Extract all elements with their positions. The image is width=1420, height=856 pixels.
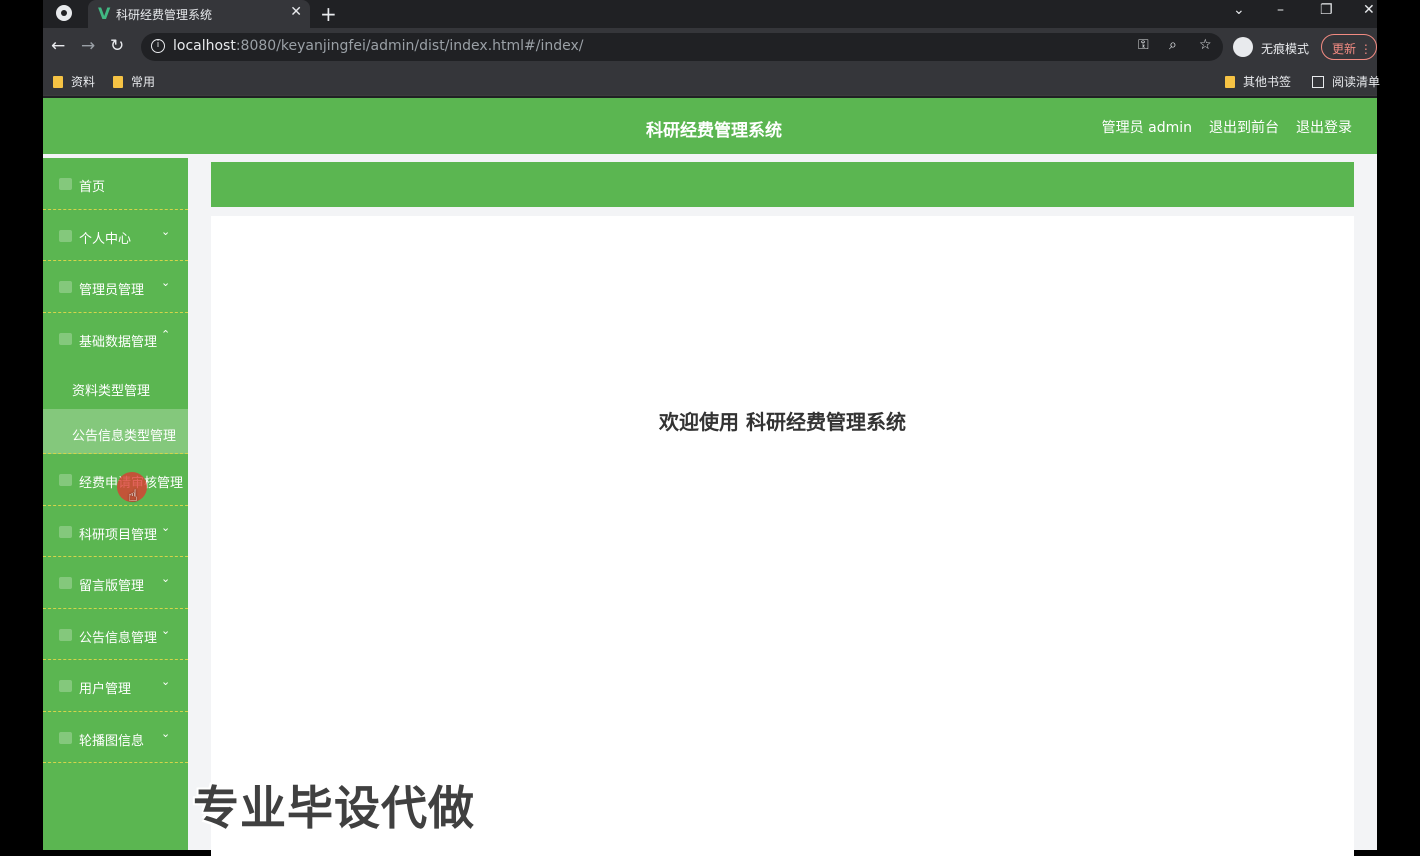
project-icon bbox=[59, 525, 72, 538]
minimize-button[interactable]: – bbox=[1277, 2, 1284, 18]
sidebar-item-users[interactable]: 用户管理 ⌄ bbox=[43, 660, 188, 712]
content-banner bbox=[211, 162, 1354, 207]
zoom-icon[interactable]: ⌕ bbox=[1169, 37, 1177, 53]
browser-window: V 科研经费管理系统 ✕ + ⌄ – ❐ ✕ ← → ↻ i localhost… bbox=[43, 0, 1380, 856]
sidebar-item-base-data[interactable]: 基础数据管理 ⌃ bbox=[43, 313, 188, 365]
vue-icon: V bbox=[98, 4, 111, 23]
chevron-down-icon: ⌄ bbox=[161, 675, 171, 688]
update-button[interactable]: 更新 ⋮ bbox=[1321, 34, 1377, 60]
sidebar-menu: 首页 个人中心 ⌄ 管理员管理 ⌄ 基础数据管理 ⌃ 资料类型管理 公告信息类型… bbox=[43, 158, 188, 850]
chevron-up-icon: ⌃ bbox=[161, 327, 171, 341]
sidebar-item-notices[interactable]: 公告信息管理 ⌄ bbox=[43, 609, 188, 660]
key-icon[interactable]: ⚿ bbox=[1138, 37, 1149, 53]
restore-button[interactable]: ❐ bbox=[1320, 2, 1333, 18]
app-header: 科研经费管理系统 管理员 admin 退出到前台 退出登录 bbox=[43, 98, 1377, 154]
bookmarks-bar: 资料 常用 其他书签 阅读清单 bbox=[43, 66, 1380, 96]
chevron-down-icon: ⌄ bbox=[161, 520, 171, 534]
database-icon bbox=[59, 332, 72, 345]
info-icon[interactable]: i bbox=[151, 39, 165, 53]
users-icon bbox=[59, 680, 72, 692]
message-icon bbox=[59, 577, 72, 589]
admin-page: 科研经费管理系统 管理员 admin 退出到前台 退出登录 首页 个人中心 ⌄ 管理… bbox=[43, 98, 1377, 856]
sidebar-item-home[interactable]: 首页 bbox=[43, 158, 188, 210]
sidebar-item-profile[interactable]: 个人中心 ⌄ bbox=[43, 210, 188, 261]
logout-link[interactable]: 退出登录 bbox=[1296, 120, 1352, 136]
notice-icon bbox=[59, 628, 72, 641]
sidebar-subitem-material-types[interactable]: 资料类型管理 bbox=[43, 364, 188, 409]
welcome-text: 欢迎使用 科研经费管理系统 bbox=[659, 410, 906, 434]
sidebar-item-funding-review[interactable]: 经费申请审核管理 bbox=[43, 454, 188, 506]
tab-search-icon[interactable]: ⌄ bbox=[1233, 2, 1245, 18]
bookmark-folder[interactable]: 常用 bbox=[113, 73, 155, 90]
folder-icon bbox=[113, 76, 123, 88]
incognito-label: 无痕模式 bbox=[1261, 42, 1310, 56]
reading-list-icon bbox=[1312, 76, 1324, 88]
sidebar-item-admins[interactable]: 管理员管理 ⌄ bbox=[43, 261, 188, 313]
other-bookmarks[interactable]: 其他书签 bbox=[1225, 73, 1291, 90]
window-close-button[interactable]: ✕ bbox=[1363, 2, 1375, 18]
home-icon bbox=[59, 178, 72, 190]
close-icon[interactable]: ✕ bbox=[290, 4, 302, 20]
url-text: localhost:8080/keyanjingfei/admin/dist/i… bbox=[173, 38, 584, 54]
watermark-text: 专业毕设代做 bbox=[193, 781, 475, 835]
browser-toolbar: ← → ↻ i localhost:8080/keyanjingfei/admi… bbox=[43, 28, 1377, 66]
main-content: 欢迎使用 科研经费管理系统 bbox=[211, 216, 1354, 856]
reload-button[interactable]: ↻ bbox=[110, 36, 124, 56]
new-tab-button[interactable]: + bbox=[320, 2, 337, 26]
user-label: 管理员 admin bbox=[1101, 120, 1192, 136]
sidebar-subitem-notice-types[interactable]: 公告信息类型管理 bbox=[43, 409, 188, 454]
chevron-down-icon: ⌄ bbox=[161, 623, 171, 637]
forward-button[interactable]: → bbox=[81, 36, 95, 56]
image-icon bbox=[59, 731, 72, 744]
incognito-icon[interactable] bbox=[1233, 35, 1259, 59]
chevron-down-icon: ⌄ bbox=[161, 572, 171, 585]
sidebar-item-carousel[interactable]: 轮播图信息 ⌄ bbox=[43, 712, 188, 763]
chevron-down-icon: ⌄ bbox=[161, 224, 171, 238]
back-button[interactable]: ← bbox=[51, 36, 65, 56]
reading-list[interactable]: 阅读清单 bbox=[1312, 73, 1380, 90]
chevron-down-icon: ⌄ bbox=[161, 726, 171, 740]
sidebar-item-guestbook[interactable]: 留言版管理 ⌄ bbox=[43, 557, 188, 609]
bookmark-folder[interactable]: 资料 bbox=[53, 73, 95, 90]
tab-title: 科研经费管理系统 bbox=[116, 8, 213, 22]
sidebar-item-projects[interactable]: 科研项目管理 ⌄ bbox=[43, 506, 188, 557]
folder-icon bbox=[53, 76, 63, 88]
chevron-down-icon: ⌄ bbox=[161, 276, 171, 289]
folder-icon bbox=[1225, 76, 1235, 88]
tab-bar: V 科研经费管理系统 ✕ + ⌄ – ❐ ✕ bbox=[43, 0, 1377, 28]
browser-tab[interactable]: V 科研经费管理系统 ✕ bbox=[88, 0, 310, 28]
audit-icon bbox=[59, 474, 72, 486]
hand-cursor-icon: ☝ bbox=[128, 486, 138, 505]
user-icon bbox=[59, 229, 72, 242]
address-bar[interactable]: i localhost:8080/keyanjingfei/admin/dist… bbox=[141, 33, 1223, 61]
admin-icon bbox=[59, 281, 72, 293]
browser-logo-icon bbox=[56, 5, 72, 21]
header-links: 管理员 admin 退出到前台 退出登录 bbox=[1085, 117, 1352, 137]
front-page-link[interactable]: 退出到前台 bbox=[1209, 120, 1279, 136]
star-icon[interactable]: ☆ bbox=[1199, 37, 1212, 53]
